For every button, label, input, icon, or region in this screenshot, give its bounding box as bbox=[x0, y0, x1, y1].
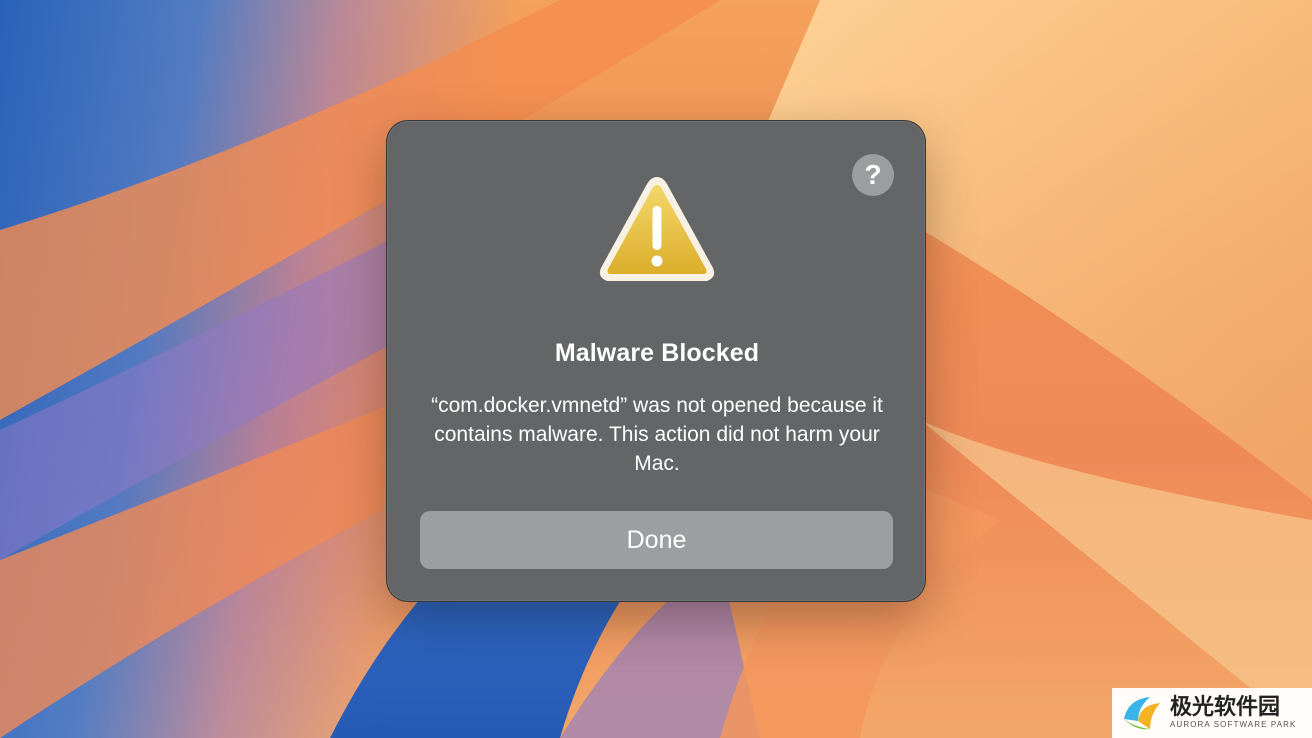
watermark: 极光软件园 AURORA SOFTWARE PARK bbox=[1112, 688, 1312, 738]
watermark-subtitle: AURORA SOFTWARE PARK bbox=[1170, 720, 1297, 729]
watermark-title: 极光软件园 bbox=[1170, 695, 1281, 720]
dialog-message: “com.docker.vmnetd” was not opened becau… bbox=[431, 394, 883, 475]
dialog-title: Malware Blocked bbox=[554, 339, 760, 367]
malware-alert-dialog: ? Malware Blocked “com.docker.vmnetd” wa… bbox=[386, 120, 926, 602]
warning-triangle-icon bbox=[599, 177, 715, 281]
question-mark-icon: ? bbox=[864, 159, 882, 190]
help-button[interactable]: ? bbox=[852, 154, 894, 196]
done-button[interactable]: Done bbox=[420, 511, 893, 569]
aurora-logo-icon bbox=[1124, 697, 1160, 730]
